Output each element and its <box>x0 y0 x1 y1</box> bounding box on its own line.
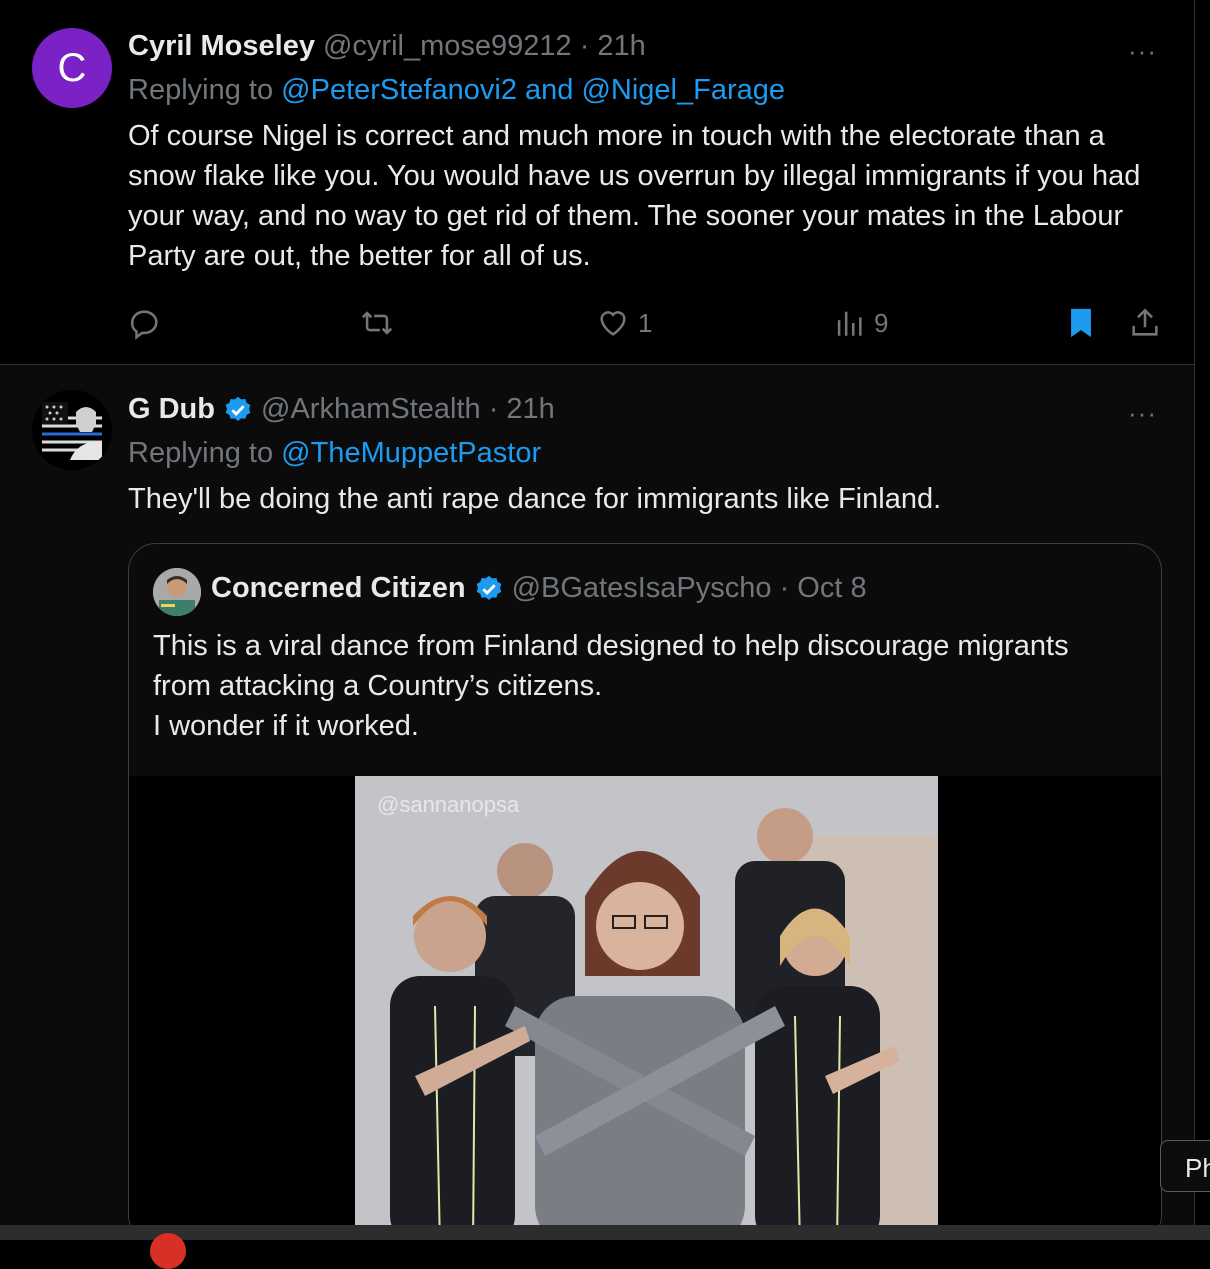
avatar[interactable]: C <box>32 28 112 108</box>
more-icon[interactable]: ··· <box>1128 398 1157 429</box>
quoted-text-line: I wonder if it worked. <box>153 710 419 742</box>
avatar[interactable] <box>32 390 112 470</box>
replying-label: Replying to <box>128 74 274 106</box>
tweet-actions: 1 9 <box>128 303 1168 343</box>
retweet-button[interactable] <box>360 303 394 343</box>
quoted-media[interactable]: @sannanopsa <box>129 776 1161 1225</box>
bookmark-button[interactable] <box>1064 303 1098 343</box>
share-icon <box>1132 308 1158 336</box>
bookmark-icon <box>1071 308 1091 338</box>
reply-button[interactable] <box>128 303 162 343</box>
views-button[interactable]: 9 <box>832 303 888 343</box>
video-thumbnail[interactable]: @sannanopsa <box>355 776 938 1225</box>
replying-to: Replying to @TheMuppetPastor <box>128 437 541 470</box>
views-icon <box>837 311 862 336</box>
quoted-handle-time[interactable]: @BGatesIsaPyscho · Oct 8 <box>512 572 867 605</box>
quoted-author-name[interactable]: Concerned Citizen <box>211 572 466 605</box>
replying-to-links[interactable]: @PeterStefanovi2 and @Nigel_Farage <box>281 74 785 106</box>
like-icon <box>600 311 626 336</box>
replying-to-link[interactable]: @TheMuppetPastor <box>281 437 541 469</box>
tooltip-popup: Ph <box>1160 1140 1210 1192</box>
tweet-header: G Dub @ArkhamStealth · 21h <box>128 393 555 426</box>
quoted-text-line: This is a viral dance from Finland desig… <box>153 630 1069 662</box>
quoted-text: This is a viral dance from Finland desig… <box>153 626 1143 746</box>
quoted-avatar[interactable] <box>153 568 201 616</box>
tweet-header: Cyril Moseley @cyril_mose99212 · 21h <box>128 30 646 63</box>
replying-to: Replying to @PeterStefanovi2 and @Nigel_… <box>128 74 785 107</box>
quoted-avatar-image <box>153 568 201 616</box>
author-handle-time[interactable]: @ArkhamStealth · 21h <box>261 393 555 426</box>
quoted-header: Concerned Citizen @BGatesIsaPyscho · Oct… <box>211 572 867 605</box>
flag-avatar-image <box>32 390 112 470</box>
verified-icon <box>225 396 251 421</box>
avatar-letter: C <box>57 45 87 90</box>
tweet-g-dub[interactable]: G Dub @ArkhamStealth · 21h ··· Replying … <box>0 365 1194 1225</box>
view-count: 9 <box>874 307 889 338</box>
quoted-tweet[interactable]: Concerned Citizen @BGatesIsaPyscho · Oct… <box>128 543 1162 1225</box>
like-button[interactable]: 1 <box>596 303 652 343</box>
quoted-text-line: from attacking a Country’s citizens. <box>153 670 603 702</box>
author-handle-time[interactable]: @cyril_mose99212 · 21h <box>323 30 646 63</box>
bottom-bar <box>0 1225 1210 1240</box>
dance-video-frame <box>355 776 938 1225</box>
bottom-indicator[interactable] <box>150 1233 186 1269</box>
replying-label: Replying to <box>128 437 274 469</box>
like-count: 1 <box>638 307 653 338</box>
tweet-text: Of course Nigel is correct and much more… <box>128 120 1141 272</box>
verified-icon <box>476 575 501 600</box>
retweet-icon <box>361 311 393 335</box>
more-icon[interactable]: ··· <box>1128 36 1157 67</box>
tweet-text: They'll be doing the anti rape dance for… <box>128 483 942 515</box>
reply-icon <box>130 310 158 340</box>
timeline-column: C Cyril Moseley @cyril_mose99212 · 21h ·… <box>0 0 1195 1225</box>
author-name[interactable]: Cyril Moseley <box>128 30 315 63</box>
author-name[interactable]: G Dub <box>128 393 215 426</box>
share-button[interactable] <box>1128 303 1162 343</box>
video-watermark: @sannanopsa <box>377 792 520 817</box>
tweet-cyril-moseley[interactable]: C Cyril Moseley @cyril_mose99212 · 21h ·… <box>0 0 1194 365</box>
